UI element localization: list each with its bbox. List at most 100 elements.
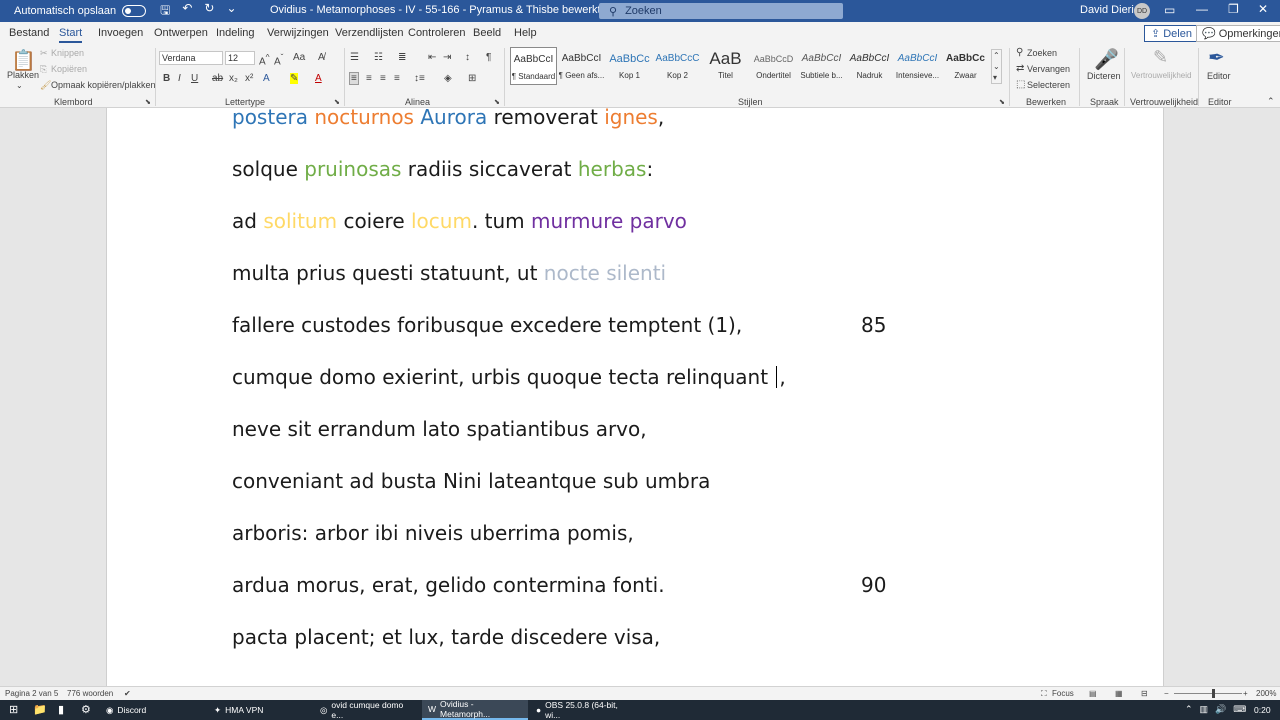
editor-icon[interactable]: ✒ [1208, 45, 1225, 70]
dictate-label[interactable]: Dicteren [1087, 71, 1121, 81]
align-right-icon[interactable]: ≡ [380, 73, 386, 84]
style-item-kop-1[interactable]: AaBbCc Kop 1 [606, 47, 653, 85]
styles-scroll-up-icon[interactable]: ⌃ ⌄ ▾ [991, 49, 1002, 84]
show-formatting-icon[interactable]: ¶ [486, 52, 491, 63]
change-case-icon[interactable]: Aa [293, 52, 305, 63]
tab-start[interactable]: Start [59, 27, 83, 43]
tab-ontwerpen[interactable]: Ontwerpen [154, 27, 208, 39]
sort-icon[interactable]: ↕ [465, 52, 470, 63]
borders-icon[interactable]: ⊞ [468, 73, 476, 84]
volume-icon[interactable]: 🔊 [1215, 704, 1226, 715]
tab-bestand[interactable]: Bestand [9, 27, 49, 39]
save-icon[interactable]: 🖫 [160, 1, 170, 22]
document-page[interactable]: postera nocturnos Aurora removerat ignes… [106, 108, 1164, 686]
subscript-icon[interactable]: x₂ [229, 73, 238, 84]
justify-icon[interactable]: ≡ [394, 73, 400, 84]
style-item-zwaar[interactable]: AaBbCc Zwaar [942, 47, 989, 85]
paste-label[interactable]: Plakken [7, 70, 39, 80]
document-line[interactable]: arboris: arbor ibi niveis uberrima pomis… [232, 521, 634, 545]
collapse-ribbon-icon[interactable]: ⌃ [1267, 96, 1275, 107]
sensitivity-icon[interactable]: ✎ [1153, 47, 1168, 68]
copy-icon[interactable]: ⎘ [40, 64, 47, 75]
tab-indeling[interactable]: Indeling [216, 27, 255, 39]
strikethrough-icon[interactable]: ab [212, 73, 223, 84]
word-count[interactable]: 776 woorden [67, 689, 113, 698]
comments-button[interactable]: 💬 Opmerkingen [1196, 25, 1280, 42]
taskbar-item-chrome[interactable]: ◎ ovid cumque domo e... [314, 700, 420, 720]
document-line[interactable]: pacta placent; et lux, tarde discedere v… [232, 625, 660, 649]
cut-label[interactable]: Knippen [51, 48, 84, 58]
styles-launcher-icon[interactable]: ⬊ [999, 98, 1005, 106]
tab-verwijzingen[interactable]: Verwijzingen [267, 27, 329, 39]
replace-label[interactable]: Vervangen [1027, 64, 1070, 74]
style-item-ondertitel[interactable]: AaBbCcD Ondertitel [750, 47, 797, 85]
store-icon[interactable]: ▮ [58, 703, 64, 716]
document-line[interactable]: postera nocturnos Aurora removerat ignes… [232, 108, 664, 129]
windows-start-icon[interactable]: ⊞ [9, 703, 18, 716]
tab-help[interactable]: Help [514, 27, 537, 39]
taskbar-item-hma-vpn[interactable]: ✦ HMA VPN [208, 700, 314, 720]
shrink-font-icon[interactable]: Aˇ [274, 52, 283, 67]
font-name-select[interactable]: Verdana [159, 51, 223, 65]
close-icon[interactable]: ✕ [1258, 2, 1268, 16]
document-line[interactable]: multa prius questi statuunt, ut nocte si… [232, 261, 666, 285]
grow-font-icon[interactable]: A^ [259, 52, 270, 67]
ribbon-display-options-icon[interactable]: ▭ [1164, 3, 1175, 17]
zoom-slider-thumb[interactable] [1212, 689, 1215, 698]
font-color-icon[interactable]: A [315, 73, 322, 84]
zoom-in-icon[interactable]: + [1243, 689, 1248, 698]
shading-icon[interactable]: ◈ [444, 73, 452, 84]
paste-dropdown-icon[interactable]: ⌄ [16, 81, 23, 90]
superscript-icon[interactable]: x² [245, 73, 253, 84]
font-launcher-icon[interactable]: ⬊ [334, 98, 340, 106]
web-layout-icon[interactable]: ⊟ [1141, 689, 1148, 698]
sensitivity-label[interactable]: Vertrouwelijkheid [1131, 71, 1191, 80]
format-painter-label[interactable]: Opmaak kopiëren/plakken [51, 80, 156, 90]
focus-label[interactable]: Focus [1052, 689, 1074, 698]
clipboard-launcher-icon[interactable]: ⬊ [145, 98, 151, 106]
clear-formatting-icon[interactable]: A̸ [318, 52, 325, 63]
text-effects-icon[interactable]: A [263, 73, 270, 84]
avatar[interactable]: DD [1134, 3, 1150, 19]
select-icon[interactable]: ⬚ [1016, 79, 1025, 90]
bullets-icon[interactable]: ☰ [350, 52, 359, 63]
style-item-titel[interactable]: AaB Titel [702, 47, 749, 85]
format-painter-icon[interactable]: 🖌 [40, 80, 51, 91]
copy-label[interactable]: Kopiëren [51, 64, 87, 74]
style-item-intensieve-nadruk[interactable]: AaBbCcI Intensieve... [894, 47, 941, 85]
taskbar-item-word[interactable]: W Ovidius - Metamorph... [422, 699, 528, 720]
page-indicator[interactable]: Pagina 2 van 5 [5, 689, 58, 698]
line-spacing-icon[interactable]: ↕≡ [414, 73, 425, 84]
align-left-icon[interactable]: ≡ [349, 72, 359, 85]
redo-icon[interactable]: ↻ [204, 1, 214, 22]
select-label[interactable]: Selecteren [1027, 80, 1070, 90]
taskbar-item-discord[interactable]: ◉ Discord [100, 700, 206, 720]
underline-icon[interactable]: U [191, 73, 198, 84]
editor-label[interactable]: Editor [1207, 71, 1231, 81]
style-item-nadruk[interactable]: AaBbCcI Nadruk [846, 47, 893, 85]
proofing-icon[interactable]: ✔ [124, 689, 131, 698]
file-explorer-icon[interactable]: 📁 [33, 703, 47, 716]
document-line[interactable]: solque pruinosas radiis siccaverat herba… [232, 157, 653, 181]
highlight-icon[interactable]: ✎ [290, 73, 299, 84]
taskbar-item-obs[interactable]: ● OBS 25.0.8 (64-bit, wi... [530, 700, 636, 720]
autosave-toggle[interactable] [122, 5, 147, 17]
focus-icon[interactable]: ⛶ [1041, 689, 1047, 699]
increase-indent-icon[interactable]: ⇥ [443, 52, 451, 63]
tab-verzendlijsten[interactable]: Verzendlijsten [335, 27, 404, 39]
document-line[interactable]: ad solitum coiere locum. tum murmure par… [232, 209, 687, 233]
print-layout-icon[interactable]: ▦ [1115, 689, 1123, 698]
restore-icon[interactable]: ❐ [1228, 2, 1239, 16]
zoom-level[interactable]: 200% [1256, 689, 1276, 698]
zoom-slider[interactable] [1174, 693, 1242, 694]
microphone-icon[interactable]: 🎤 [1094, 47, 1119, 72]
minimize-icon[interactable]: — [1196, 2, 1208, 16]
paragraph-launcher-icon[interactable]: ⬊ [494, 98, 500, 106]
tab-invoegen[interactable]: Invoegen [98, 27, 143, 39]
document-line[interactable]: fallere custodes foribusque excedere tem… [232, 313, 886, 337]
read-mode-icon[interactable]: ▤ [1089, 689, 1097, 698]
tray-overflow-icon[interactable]: ⌃ [1185, 704, 1193, 715]
document-line[interactable]: conveniant ad busta Nini lateantque sub … [232, 469, 710, 493]
zoom-out-icon[interactable]: − [1164, 689, 1169, 698]
document-line[interactable]: cumque domo exierint, urbis quoque tecta… [232, 365, 786, 389]
